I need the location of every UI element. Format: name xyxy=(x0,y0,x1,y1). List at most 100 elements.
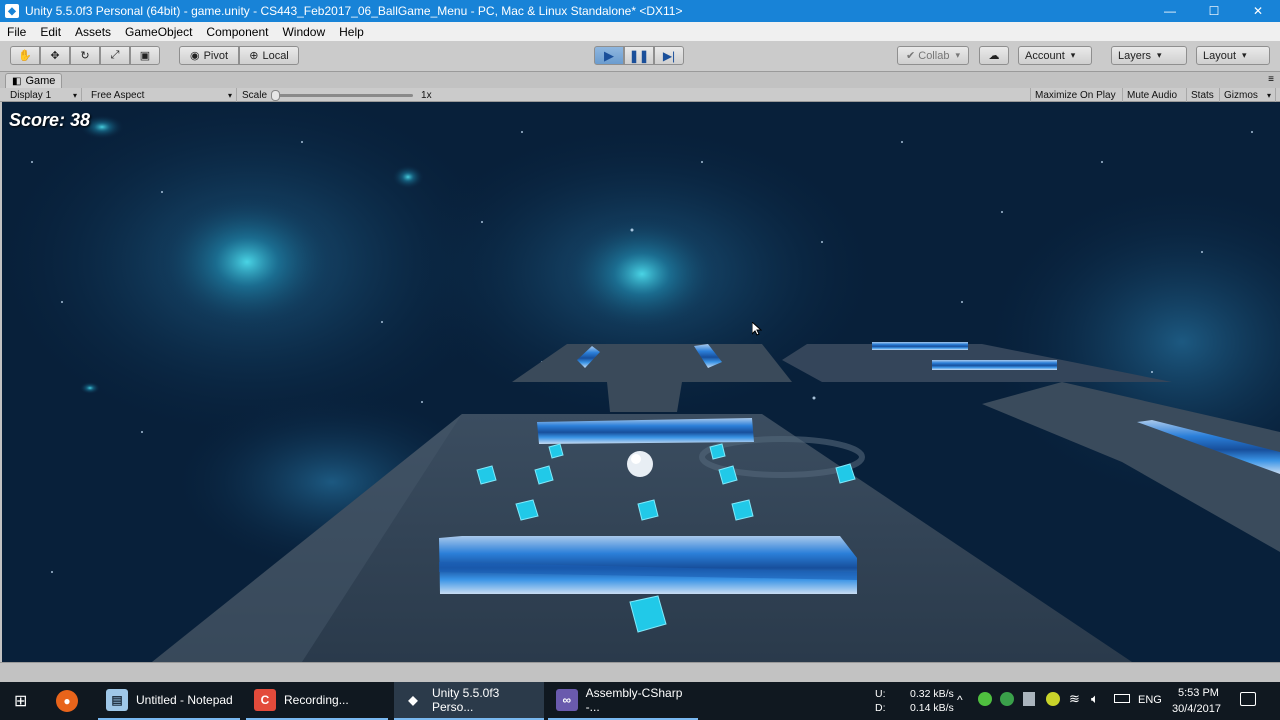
clock-date[interactable]: 30/4/2017 xyxy=(1172,703,1221,715)
aspect-label: Free Aspect xyxy=(91,89,145,101)
net-download-rate: 0.14 kB/s xyxy=(910,702,954,714)
layers-dropdown[interactable]: Layers xyxy=(1111,46,1187,65)
rect-tool-icon[interactable]: ▣ xyxy=(130,46,160,65)
title-bar: ◆ Unity 5.5.0f3 Personal (64bit) - game.… xyxy=(0,0,1280,22)
play-icon: ▶ xyxy=(604,47,614,63)
maximize-on-play-toggle[interactable]: Maximize On Play xyxy=(1030,88,1123,102)
scale-label: Scale xyxy=(242,89,268,101)
visual-studio-icon: ∞ xyxy=(556,689,578,711)
tray-chevron-up-icon[interactable]: ^ xyxy=(957,693,963,707)
scale-tool-icon[interactable]: ⤢ xyxy=(100,46,130,65)
menu-help[interactable]: Help xyxy=(332,25,371,39)
notepad-icon: ▤ xyxy=(106,689,128,711)
scale-slider-thumb[interactable] xyxy=(271,89,281,101)
taskbar-vs-label: Assembly-CSharp -... xyxy=(585,686,683,714)
step-icon: ▶| xyxy=(662,48,676,63)
collab-check-icon: ✔ xyxy=(906,50,916,62)
wifi-icon[interactable]: ≋ xyxy=(1069,691,1080,707)
game-tab-strip: ◧ Game ≡ xyxy=(0,72,1280,88)
hand-tool-icon[interactable]: ✋ xyxy=(10,46,40,65)
windows-taskbar: ⊞ ● ▤ Untitled - Notepad C Recording... … xyxy=(0,682,1280,720)
menu-bar: File Edit Assets GameObject Component Wi… xyxy=(0,22,1280,41)
tab-menu-icon[interactable]: ≡ xyxy=(1268,74,1274,85)
menu-gameobject[interactable]: GameObject xyxy=(118,25,199,39)
rotate-tool-icon[interactable]: ↻ xyxy=(70,46,100,65)
tray-antivirus-icon[interactable] xyxy=(1046,692,1060,706)
aspect-dropdown[interactable]: Free Aspect xyxy=(87,88,237,102)
net-up-label: U: xyxy=(875,688,886,700)
toolbar: ✋ ✥ ↻ ⤢ ▣ ◉ Pivot ⊕ Local ▶ ❚❚ ▶| ✔ Coll… xyxy=(0,41,1280,72)
menu-edit[interactable]: Edit xyxy=(33,25,68,39)
display-dropdown[interactable]: Display 1 xyxy=(6,88,82,102)
gizmos-dropdown[interactable]: Gizmos xyxy=(1220,88,1276,102)
menu-assets[interactable]: Assets xyxy=(68,25,118,39)
game-controller-icon: ◧ xyxy=(12,75,22,87)
taskbar-notepad-label: Untitled - Notepad xyxy=(136,693,233,707)
pause-button[interactable]: ❚❚ xyxy=(624,46,654,65)
game-view[interactable]: Score: 38 xyxy=(2,102,1280,662)
layout-dropdown[interactable]: Layout xyxy=(1196,46,1270,65)
tray-app-icon[interactable] xyxy=(1000,692,1014,706)
local-label: Local xyxy=(262,49,289,62)
close-button[interactable]: ✕ xyxy=(1236,0,1280,22)
language-indicator[interactable]: ENG xyxy=(1138,694,1162,706)
step-button[interactable]: ▶| xyxy=(654,46,684,65)
tab-game-label: Game xyxy=(25,75,56,87)
menu-file[interactable]: File xyxy=(0,25,33,39)
local-toggle[interactable]: ⊕ Local xyxy=(239,46,299,65)
taskbar-recording[interactable]: C Recording... xyxy=(246,682,388,720)
minimize-button[interactable]: — xyxy=(1148,0,1192,22)
pivot-icon: ◉ xyxy=(189,50,200,62)
play-button[interactable]: ▶ xyxy=(594,46,624,65)
taskbar-visual-studio[interactable]: ∞ Assembly-CSharp -... xyxy=(548,682,698,720)
mute-audio-label: Mute Audio xyxy=(1127,89,1178,101)
pivot-toggle[interactable]: ◉ Pivot xyxy=(179,46,239,65)
unity-icon: ◆ xyxy=(402,689,424,711)
taskbar-notepad[interactable]: ▤ Untitled - Notepad xyxy=(98,682,240,720)
status-bar xyxy=(0,662,1280,682)
cloud-icon: ☁ xyxy=(988,50,1000,62)
volume-icon[interactable]: 🔈︎ xyxy=(1091,691,1099,707)
scale-slider[interactable] xyxy=(271,89,414,101)
local-icon: ⊕ xyxy=(249,50,259,62)
tray-device-icon[interactable] xyxy=(1023,692,1035,706)
pause-icon: ❚❚ xyxy=(628,48,650,63)
menu-window[interactable]: Window xyxy=(275,25,332,39)
collab-dropdown[interactable]: ✔ Collab xyxy=(897,46,969,65)
move-tool-icon[interactable]: ✥ xyxy=(40,46,70,65)
layers-label: Layers xyxy=(1118,49,1152,62)
start-button[interactable]: ⊞ xyxy=(0,682,46,720)
maximize-on-play-label: Maximize On Play xyxy=(1035,89,1116,101)
battery-icon[interactable] xyxy=(1114,694,1130,703)
mouse-cursor-icon xyxy=(752,322,762,336)
net-down-label: D: xyxy=(875,702,886,714)
layout-label: Layout xyxy=(1203,49,1237,62)
account-dropdown[interactable]: Account xyxy=(1018,46,1092,65)
game-view-toolbar: Display 1 Free Aspect Scale 1x Maximize … xyxy=(0,88,1280,102)
action-center-icon[interactable] xyxy=(1240,692,1256,706)
display-label: Display 1 xyxy=(10,89,52,101)
unity-app-icon: ◆ xyxy=(5,4,19,18)
pivot-label: Pivot xyxy=(203,49,229,62)
maximize-button[interactable]: ☐ xyxy=(1192,0,1236,22)
mute-audio-toggle[interactable]: Mute Audio xyxy=(1123,88,1187,102)
scale-value: 1x xyxy=(421,89,432,101)
stats-toggle[interactable]: Stats xyxy=(1187,88,1220,102)
taskbar-recording-label: Recording... xyxy=(284,693,349,707)
account-label: Account xyxy=(1025,49,1065,62)
scale-control: Scale 1x xyxy=(238,88,438,102)
window-title: Unity 5.5.0f3 Personal (64bit) - game.un… xyxy=(25,4,683,18)
firefox-icon: ● xyxy=(56,690,78,712)
score-label: Score: 38 xyxy=(9,110,91,130)
menu-component[interactable]: Component xyxy=(199,25,275,39)
taskbar-unity[interactable]: ◆ Unity 5.5.0f3 Perso... xyxy=(394,682,544,720)
tray-app-green-icon[interactable] xyxy=(978,692,992,706)
clock-time[interactable]: 5:53 PM xyxy=(1178,687,1219,699)
recorder-icon: C xyxy=(254,689,276,711)
cloud-button[interactable]: ☁ xyxy=(979,46,1009,65)
game-scene xyxy=(2,102,1280,662)
gizmos-label: Gizmos xyxy=(1224,89,1258,101)
firefox-taskbar-button[interactable]: ● xyxy=(48,682,92,720)
windows-logo-icon: ⊞ xyxy=(14,693,28,710)
tab-game[interactable]: ◧ Game xyxy=(5,73,63,88)
